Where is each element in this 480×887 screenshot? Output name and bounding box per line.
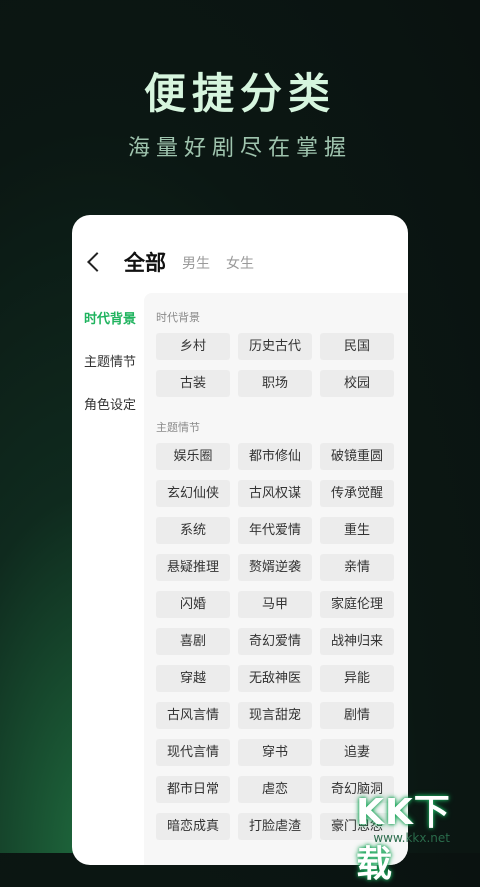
category-chip[interactable]: 古风言情	[156, 702, 230, 729]
category-chip[interactable]: 家庭伦理	[320, 591, 394, 618]
category-chip[interactable]: 古风权谋	[238, 480, 312, 507]
watermark: KK下载 www.kkx.net	[356, 783, 476, 885]
category-chip[interactable]: 虐恋	[238, 776, 312, 803]
theme-chip-grid: 娱乐圈 都市修仙 破镜重圆玄幻仙侠 古风权谋 传承觉醒系统 年代爱情 重生悬疑推理 赘婿逆袭亲…	[156, 443, 394, 840]
category-chip[interactable]: 打脸虐渣	[238, 813, 312, 840]
sidebar-item-theme[interactable]: 主题情节	[84, 351, 136, 370]
category-chip[interactable]: 都市日常	[156, 776, 230, 803]
sidebar-item-role[interactable]: 角色设定	[84, 394, 136, 413]
category-chip[interactable]: 喜剧	[156, 628, 230, 655]
category-chip[interactable]: 古装	[156, 370, 230, 397]
category-chip[interactable]: 破镜重圆	[320, 443, 394, 470]
section-title-theme: 主题情节	[156, 421, 200, 434]
category-chip[interactable]: 剧情	[320, 702, 394, 729]
tab-all[interactable]: 全部	[124, 247, 166, 277]
category-chip[interactable]: 系统	[156, 517, 230, 544]
hero-subtitle: 海量好剧尽在掌握	[127, 136, 352, 161]
category-chip[interactable]: 民国	[320, 333, 394, 360]
category-chip[interactable]: 传承觉醒	[320, 480, 394, 507]
category-content: 时代背景 乡村 历史古代 民国古装 职场 校园 主题情节 娱乐圈 都市修仙 破镜重圆玄幻仙侠…	[144, 293, 408, 865]
category-chip[interactable]: 异能	[320, 665, 394, 692]
sidebar-item-era[interactable]: 时代背景	[84, 308, 136, 327]
category-chip[interactable]: 亲情	[320, 554, 394, 581]
category-chip[interactable]: 重生	[320, 517, 394, 544]
category-chip[interactable]: 战神归来	[320, 628, 394, 655]
category-chip[interactable]: 奇幻爱情	[238, 628, 312, 655]
category-chip[interactable]: 都市修仙	[238, 443, 312, 470]
category-chip[interactable]: 马甲	[238, 591, 312, 618]
phone-card: 全部 男生 女生 时代背景 主题情节 角色设定 时代背景 乡村 历史古代 民国古装职…	[72, 215, 408, 865]
category-chip[interactable]: 校园	[320, 370, 394, 397]
era-chip-grid: 乡村 历史古代 民国古装 职场 校园	[156, 333, 394, 397]
category-chip[interactable]: 赘婿逆袭	[238, 554, 312, 581]
category-chip[interactable]: 乡村	[156, 333, 230, 360]
tab-female[interactable]: 女生	[226, 253, 254, 273]
category-chip[interactable]: 年代爱情	[238, 517, 312, 544]
back-arrow-icon[interactable]	[87, 252, 107, 272]
category-chip[interactable]: 穿越	[156, 665, 230, 692]
header: 全部 男生 女生	[72, 243, 408, 283]
category-chip[interactable]: 职场	[238, 370, 312, 397]
watermark-url: www.kkx.net	[373, 831, 450, 845]
category-chip[interactable]: 现代言情	[156, 739, 230, 766]
category-chip[interactable]: 追妻	[320, 739, 394, 766]
category-chip[interactable]: 悬疑推理	[156, 554, 230, 581]
category-chip[interactable]: 无敌神医	[238, 665, 312, 692]
category-chip[interactable]: 穿书	[238, 739, 312, 766]
category-chip[interactable]: 娱乐圈	[156, 443, 230, 470]
category-chip[interactable]: 历史古代	[238, 333, 312, 360]
section-title-era: 时代背景	[156, 311, 200, 324]
hero-title: 便捷分类	[143, 69, 336, 118]
category-chip[interactable]: 闪婚	[156, 591, 230, 618]
category-chip[interactable]: 现言甜宠	[238, 702, 312, 729]
tab-male[interactable]: 男生	[182, 253, 210, 273]
category-chip[interactable]: 玄幻仙侠	[156, 480, 230, 507]
category-chip[interactable]: 暗恋成真	[156, 813, 230, 840]
